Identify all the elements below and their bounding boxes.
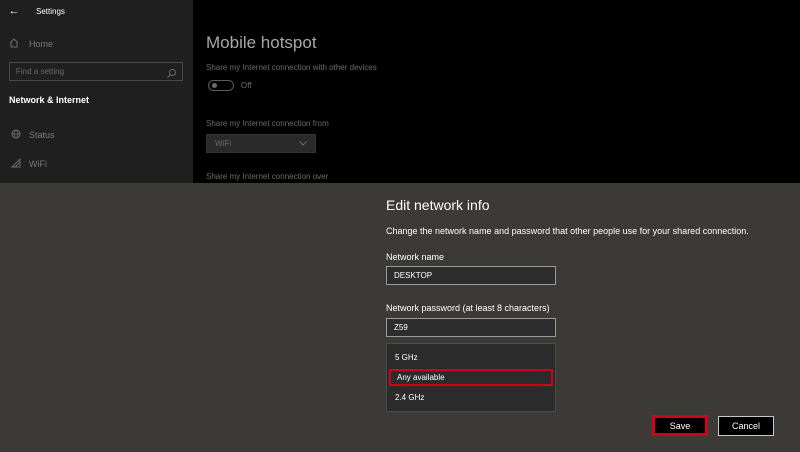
share-from-select[interactable]: WiFi xyxy=(206,134,316,153)
share-from-label: Share my Internet connection from xyxy=(206,119,329,128)
wifi-icon xyxy=(9,157,23,171)
back-arrow-icon: ← xyxy=(8,5,20,17)
search-icon[interactable] xyxy=(166,66,178,78)
share-label: Share my Internet connection with other … xyxy=(206,63,377,72)
sidebar-item-status[interactable]: Status xyxy=(0,125,193,145)
status-globe-icon xyxy=(9,129,23,142)
main-content: Mobile hotspot Share my Internet connect… xyxy=(193,0,800,183)
dialog-title: Edit network info xyxy=(386,197,490,213)
sidebar-item-label: WiFi xyxy=(29,159,47,169)
title-bar: ← Settings xyxy=(0,0,193,22)
search-box[interactable] xyxy=(9,62,183,81)
toggle-state-label: Off xyxy=(241,81,252,90)
toggle-knob xyxy=(212,83,217,88)
network-band-dropdown-list[interactable]: 5 GHz Any available 2.4 GHz xyxy=(386,343,556,412)
section-title: Network & Internet xyxy=(9,95,90,105)
sidebar-item-label: Status xyxy=(29,130,55,140)
sidebar-item-home[interactable]: Home xyxy=(0,33,193,55)
sidebar-item-label: Home xyxy=(29,39,54,49)
network-name-label: Network name xyxy=(386,252,445,262)
search-input[interactable] xyxy=(10,66,158,77)
network-password-field[interactable] xyxy=(386,318,556,337)
app-title: Settings xyxy=(36,6,65,16)
sidebar-item-wifi[interactable]: WiFi xyxy=(0,154,193,174)
share-over-label: Share my Internet connection over xyxy=(206,172,329,181)
cancel-button[interactable]: Cancel xyxy=(718,416,774,436)
band-option-5ghz[interactable]: 5 GHz xyxy=(389,349,553,366)
settings-sidebar: ← Settings Home Network & Internet Statu… xyxy=(0,0,193,183)
dialog-description: Change the network name and password tha… xyxy=(386,226,749,236)
save-button[interactable]: Save xyxy=(652,415,708,436)
network-password-label: Network password (at least 8 characters) xyxy=(386,303,550,313)
share-from-value: WiFi xyxy=(215,139,231,148)
chevron-down-icon xyxy=(299,139,307,148)
page-title: Mobile hotspot xyxy=(206,33,317,52)
network-name-field[interactable] xyxy=(386,266,556,285)
band-option-any-available[interactable]: Any available xyxy=(389,369,553,386)
home-icon xyxy=(9,37,23,51)
band-option-2-4ghz[interactable]: 2.4 GHz xyxy=(389,389,553,406)
hotspot-toggle[interactable] xyxy=(208,80,234,91)
back-button[interactable]: ← xyxy=(0,0,28,22)
